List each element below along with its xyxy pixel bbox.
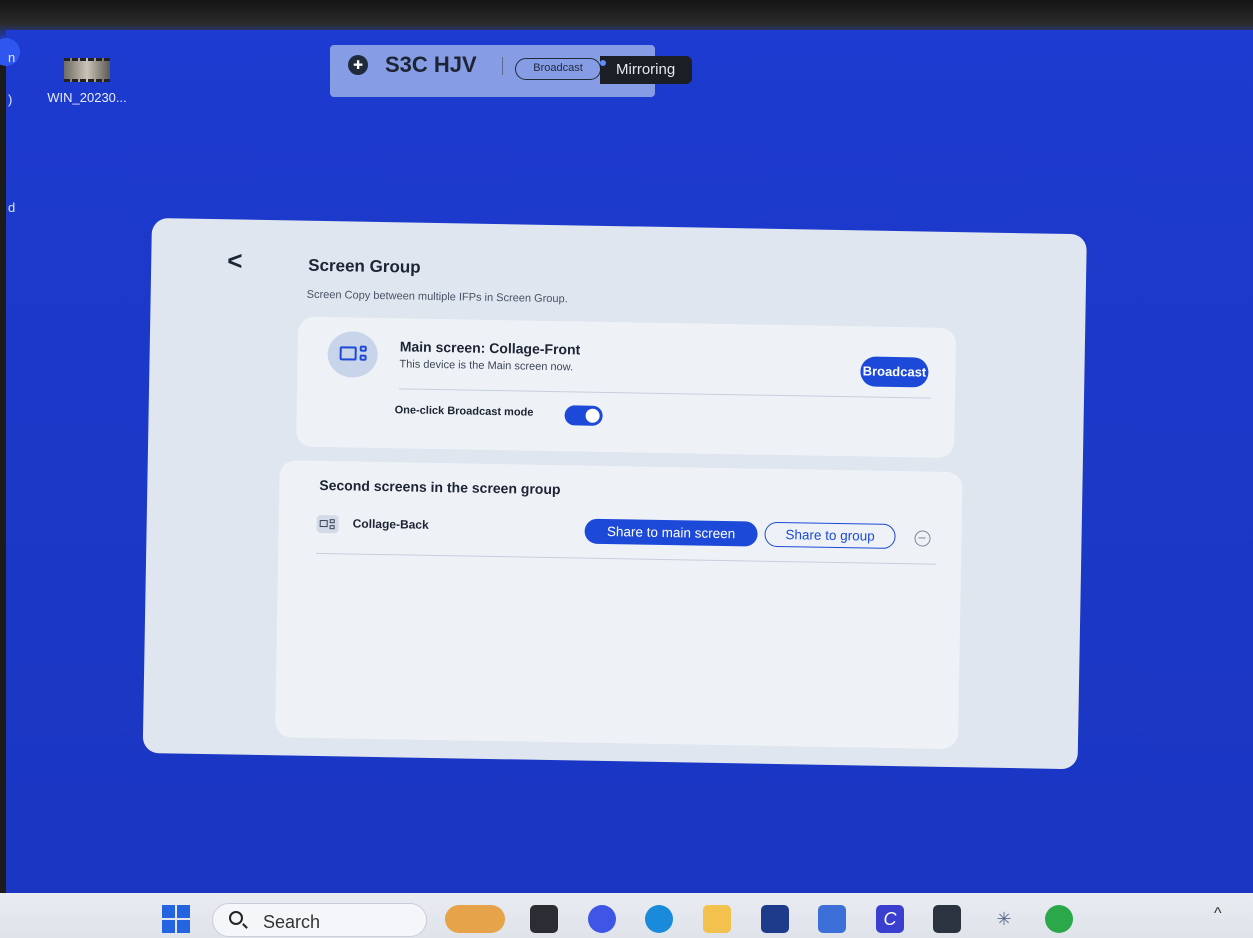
search-icon	[229, 911, 243, 925]
desktop-file-icon[interactable]: WIN_20230...	[42, 58, 132, 105]
app-logo-icon: ✚	[348, 55, 368, 75]
desktop-edge-text: )	[8, 92, 13, 107]
desktop-file-label: WIN_20230...	[47, 90, 127, 105]
video-thumbnail-icon	[64, 58, 110, 82]
edge-icon[interactable]	[645, 905, 673, 933]
store-icon[interactable]	[761, 905, 789, 933]
search-placeholder: Search	[263, 912, 321, 932]
status-dot-icon	[600, 60, 606, 66]
taskbar: Search C ✳ ^	[0, 893, 1253, 938]
toggle-knob	[585, 408, 600, 423]
device-name: S3C HJV	[385, 52, 477, 77]
mirroring-tab[interactable]: Mirroring	[600, 56, 692, 84]
one-click-broadcast-label: One-click Broadcast mode	[394, 404, 534, 419]
toolbar-divider	[502, 57, 503, 75]
device-name-label: Collage-Back	[352, 516, 429, 532]
broadcast-chip[interactable]: Broadcast	[515, 58, 601, 80]
snowflake-icon[interactable]: ✳	[990, 905, 1018, 933]
broadcast-button[interactable]: Broadcast	[860, 356, 929, 388]
keyboard-app-icon[interactable]	[818, 905, 846, 933]
second-screens-card: Second screens in the screen group Colla…	[274, 460, 963, 750]
pizza-app-icon[interactable]	[445, 905, 505, 933]
share-to-main-screen-button[interactable]: Share to main screen	[584, 518, 758, 547]
terminal-icon[interactable]	[530, 905, 558, 933]
canva-icon[interactable]: C	[876, 905, 904, 933]
desktop-edge-text: d	[8, 200, 16, 215]
page-title: Screen Group	[308, 255, 421, 277]
chevron-left-icon[interactable]: <	[227, 245, 243, 276]
main-screen-card: Main screen: Collage-Front This device i…	[296, 316, 957, 459]
camera-icon[interactable]	[933, 905, 961, 933]
screen-share-icon[interactable]	[1045, 905, 1073, 933]
share-to-group-button[interactable]: Share to group	[764, 521, 896, 550]
file-explorer-icon[interactable]	[703, 905, 731, 933]
main-screen-subtitle: This device is the Main screen now.	[399, 358, 574, 374]
screen-device-icon	[316, 514, 339, 534]
one-click-broadcast-toggle[interactable]	[564, 405, 603, 426]
main-screen-icon	[327, 331, 379, 378]
taskbar-search[interactable]: Search	[212, 903, 427, 937]
chevron-up-icon[interactable]: ^	[1214, 905, 1222, 923]
desktop-edge-text: n	[8, 50, 16, 65]
main-screen-title: Main screen: Collage-Front	[399, 338, 581, 358]
zoom-icon[interactable]	[588, 905, 616, 933]
page-subtitle: Screen Copy between multiple IFPs in Scr…	[306, 288, 568, 306]
windows-start-icon[interactable]	[162, 905, 190, 933]
second-screens-title: Second screens in the screen group	[319, 476, 561, 498]
card-divider	[399, 388, 931, 399]
screen-group-panel: < Screen Group Screen Copy between multi…	[142, 218, 1087, 770]
mirroring-label: Mirroring	[616, 61, 676, 78]
remove-device-icon[interactable]	[914, 530, 931, 547]
